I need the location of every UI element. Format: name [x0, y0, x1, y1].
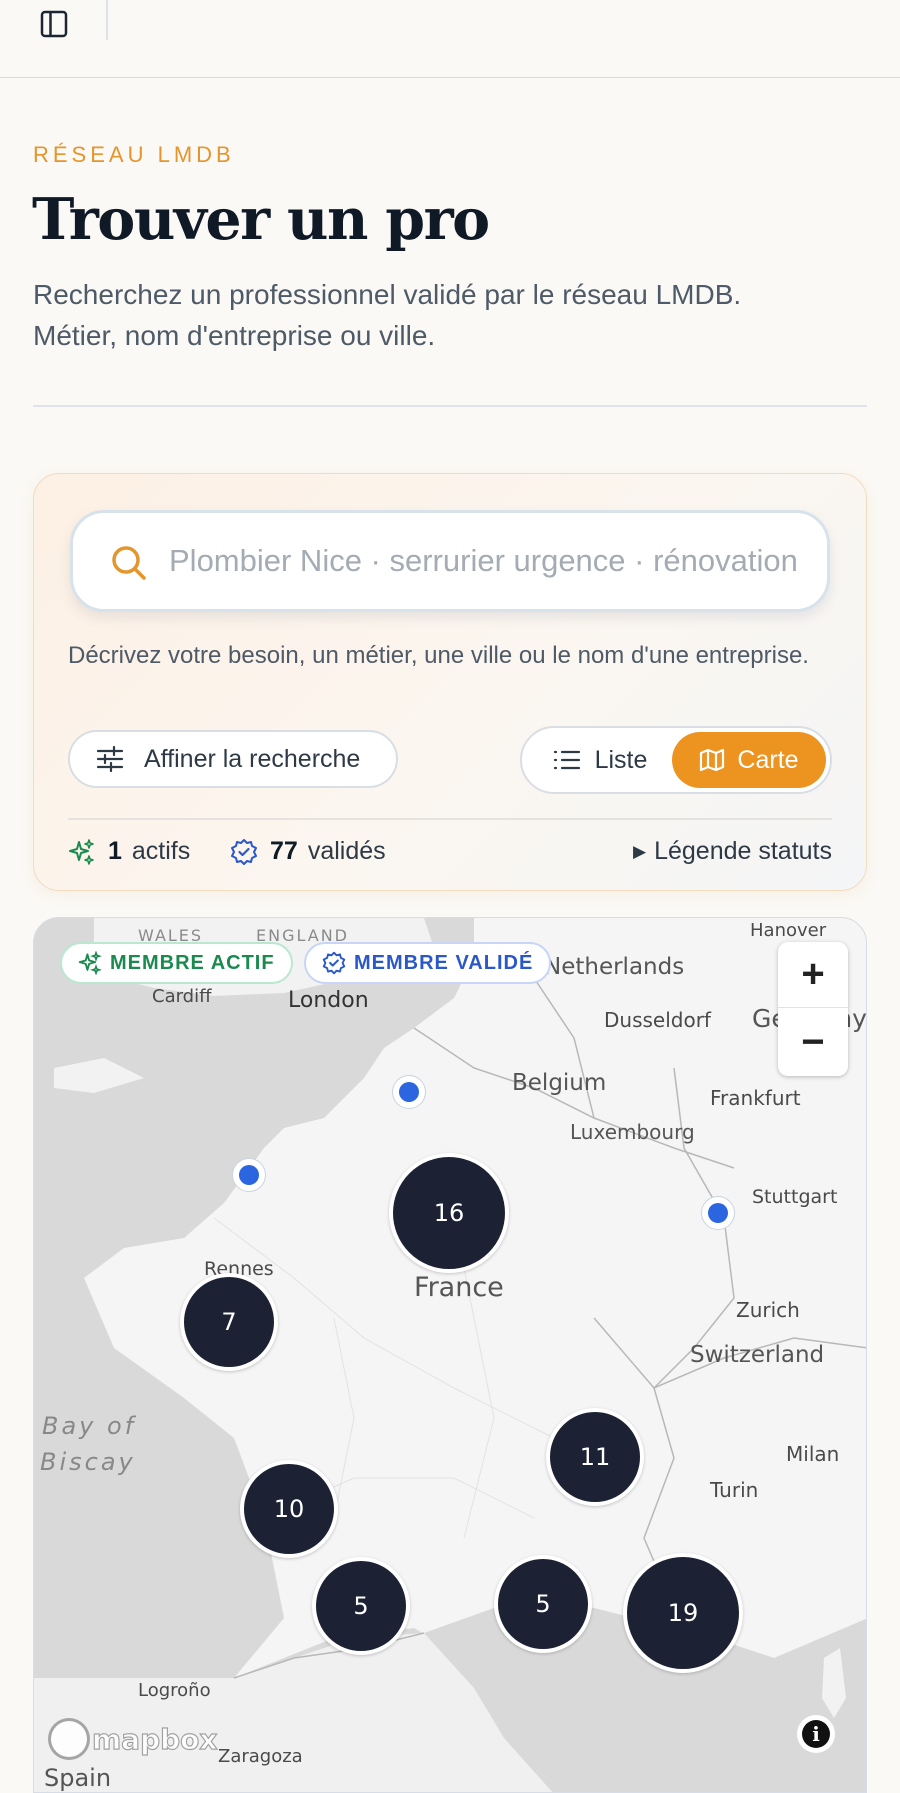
- legend-badge-active-label: MEMBRE ACTIF: [110, 951, 275, 974]
- page-intro: Recherchez un professionnel validé par l…: [33, 274, 873, 356]
- zoom-out-button[interactable]: −: [778, 1009, 848, 1075]
- caret-right-icon: ▶: [633, 841, 647, 861]
- map-label-france: France: [414, 1272, 504, 1303]
- map-cluster[interactable]: 5: [312, 1557, 410, 1655]
- mapbox-logo-icon: [48, 1718, 90, 1760]
- view-list-label: Liste: [594, 745, 648, 774]
- map-label-hanover: Hanover: [750, 920, 827, 941]
- search-box[interactable]: [70, 510, 830, 612]
- legend-badge-valid: MEMBRE VALIDÉ: [304, 942, 552, 984]
- map-label-milan: Milan: [786, 1442, 840, 1466]
- map-cluster[interactable]: 11: [546, 1408, 644, 1506]
- map-label-bay-of: Bay of: [42, 1412, 137, 1440]
- mapbox-logo[interactable]: mapbox: [48, 1718, 218, 1760]
- map-icon: [700, 748, 725, 772]
- stat-valid-count: 77: [270, 837, 298, 865]
- sparkles-icon: [69, 838, 94, 865]
- badge-check-icon: [231, 838, 257, 865]
- map-label-luxembourg: Luxembourg: [570, 1120, 695, 1144]
- page-intro-line-2: Métier, nom d'entreprise ou ville.: [33, 320, 436, 351]
- stat-valid: 77 validés: [230, 837, 386, 866]
- map-label-zurich: Zurich: [736, 1298, 800, 1322]
- map-cluster[interactable]: 7: [180, 1273, 278, 1371]
- map-label-cardiff: Cardiff: [152, 986, 212, 1007]
- refine-search-button[interactable]: Affiner la recherche: [68, 730, 398, 788]
- map-pin[interactable]: [392, 1075, 426, 1109]
- section-divider: [33, 405, 867, 407]
- map-cluster[interactable]: 16: [389, 1153, 509, 1273]
- map-label-spain: Spain: [44, 1764, 112, 1792]
- map-label-zaragoza: Zaragoza: [218, 1746, 303, 1767]
- stats-divider: [68, 818, 832, 820]
- map-cluster[interactable]: 10: [240, 1460, 338, 1558]
- zoom-in-button[interactable]: +: [778, 942, 848, 1008]
- map-cluster[interactable]: 19: [623, 1553, 743, 1673]
- sidebar-toggle-icon[interactable]: [34, 4, 74, 44]
- page-intro-line-1: Recherchez un professionnel validé par l…: [33, 279, 742, 310]
- map-label-frankfurt: Frankfurt: [710, 1086, 801, 1110]
- map-label-biscay: Biscay: [40, 1448, 136, 1476]
- topbar-divider: [106, 0, 108, 40]
- info-icon: i: [802, 1720, 830, 1748]
- sparkles-icon: [78, 951, 102, 975]
- legend-badge-active: MEMBRE ACTIF: [60, 942, 293, 984]
- search-card: Décrivez votre besoin, un métier, une vi…: [33, 473, 867, 891]
- stat-valid-label: validés: [307, 837, 386, 865]
- legend-toggle-label: Légende statuts: [654, 837, 832, 865]
- refine-search-label: Affiner la recherche: [144, 744, 361, 773]
- search-input[interactable]: [169, 513, 821, 609]
- view-toggle: Liste Carte: [520, 726, 832, 794]
- badge-check-icon: [322, 951, 346, 975]
- sliders-icon: [96, 746, 124, 772]
- map-pin[interactable]: [701, 1196, 735, 1230]
- search-hint: Décrivez votre besoin, un métier, une vi…: [68, 642, 809, 669]
- map-label-netherlands: Netherlands: [544, 954, 685, 980]
- legend-badge-valid-label: MEMBRE VALIDÉ: [354, 951, 534, 974]
- page-title: Trouver un pro: [32, 186, 490, 253]
- map-label-turin: Turin: [710, 1478, 759, 1502]
- page-eyebrow: RÉSEAU LMDB: [33, 142, 235, 167]
- map-label-belgium: Belgium: [512, 1070, 607, 1096]
- stat-active-label: actifs: [131, 837, 191, 865]
- top-bar: [0, 0, 900, 78]
- legend-toggle[interactable]: ▶ Légende statuts: [633, 837, 832, 866]
- map-label-logrono: Logroño: [138, 1680, 211, 1701]
- view-map-button[interactable]: Carte: [672, 732, 826, 788]
- view-map-label: Carte: [737, 745, 799, 774]
- stat-active-count: 1: [108, 837, 122, 865]
- map-label-dusseldorf: Dusseldorf: [604, 1008, 711, 1032]
- search-icon: [112, 546, 146, 580]
- view-list-button[interactable]: Liste: [526, 732, 674, 788]
- map-view[interactable]: WALES ENGLAND Hanover Netherlands Cardif…: [33, 917, 867, 1793]
- map-label-stuttgart: Stuttgart: [752, 1186, 838, 1208]
- stat-active: 1 actifs: [68, 837, 190, 866]
- zoom-control: + −: [778, 942, 848, 1076]
- map-label-london: London: [288, 988, 369, 1013]
- map-cluster[interactable]: 5: [494, 1555, 592, 1653]
- map-label-switzerland: Switzerland: [690, 1342, 825, 1368]
- stats-row: 1 actifs 77 validés ▶ Légende statuts: [68, 828, 832, 878]
- mapbox-logo-text: mapbox: [91, 1722, 218, 1756]
- list-icon: [553, 750, 580, 770]
- map-pin[interactable]: [232, 1158, 266, 1192]
- map-info-button[interactable]: i: [797, 1715, 835, 1753]
